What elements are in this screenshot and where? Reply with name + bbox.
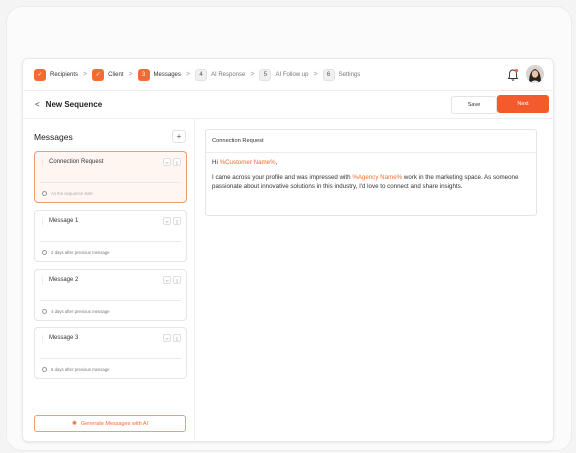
trash-icon[interactable]: ▯: [173, 334, 181, 342]
message-card-1[interactable]: ⋮ ⋮ Message 1 ∞ ▯ 2 days after previous m…: [34, 210, 187, 262]
step-label: Messages: [153, 71, 181, 78]
add-message-button[interactable]: +: [172, 130, 186, 143]
page-title: New Sequence: [45, 100, 103, 109]
timing-text: As the sequence start: [51, 191, 93, 196]
back-arrow-icon[interactable]: <: [35, 100, 40, 109]
timing-text: 6 days after previous message: [51, 367, 110, 372]
trash-icon[interactable]: ▯: [173, 217, 181, 225]
divider: [40, 358, 181, 359]
agency-name-variable: %Agency Name%: [352, 174, 403, 182]
trash-icon[interactable]: ▯: [173, 158, 181, 166]
timing-text: 2 days after previous message: [51, 250, 110, 255]
sparkle-icon: ✺: [71, 421, 77, 427]
step-label: Recipients: [50, 71, 79, 78]
message-card-2[interactable]: ⋮ ⋮ Message 2 ∞ ▯ 4 days after previous m…: [34, 269, 187, 321]
step-ai-follow-up[interactable]: 5 AI Follow up: [259, 68, 309, 81]
message-timing: 2 days after previous message: [42, 250, 110, 255]
step-label: Client: [108, 71, 124, 78]
message-card-connection-request[interactable]: ⋮ ⋮ Connection Request ∞ ▯ As the sequenc…: [34, 151, 187, 203]
user-avatar-icon: [526, 65, 544, 83]
editor-title: Connection Request: [206, 130, 536, 153]
card-actions: ∞ ▯: [161, 276, 181, 284]
stepper: ✓ Recipients > ✓ Client > 3 Messages > 4…: [23, 59, 553, 91]
message-timing: 4 days after previous message: [42, 309, 110, 314]
card-actions: ∞ ▯: [161, 158, 181, 166]
avatar[interactable]: [526, 65, 544, 83]
card-actions: ∞ ▯: [161, 334, 181, 342]
drag-handle-icon[interactable]: ⋮ ⋮: [40, 277, 45, 286]
clock-icon: [42, 367, 47, 372]
step-label: AI Response: [211, 71, 246, 78]
greeting-text: Hi: [212, 159, 220, 166]
step-label: Settings: [338, 71, 361, 78]
step-label: AI Follow up: [275, 71, 309, 78]
clock-icon: [42, 191, 47, 196]
customer-name-variable: %Customer Name%: [219, 159, 276, 166]
divider: [40, 300, 181, 301]
chevron-right-icon: >: [250, 71, 255, 78]
body-paragraph: I came across your profile and was impre…: [212, 174, 530, 191]
trash-icon[interactable]: ▯: [173, 276, 181, 284]
link-icon[interactable]: ∞: [163, 158, 171, 166]
link-icon[interactable]: ∞: [163, 334, 171, 342]
drag-handle-icon[interactable]: ⋮ ⋮: [40, 159, 45, 168]
next-button[interactable]: Next: [497, 95, 549, 113]
page-header: < New Sequence Save Next: [23, 91, 553, 119]
step-number: 4: [195, 68, 207, 81]
divider: [40, 241, 181, 242]
drag-handle-icon[interactable]: ⋮ ⋮: [40, 335, 45, 344]
message-card-title: Message 3: [49, 335, 79, 341]
clock-icon: [42, 250, 47, 255]
greeting-end: ,: [275, 159, 278, 166]
message-editor[interactable]: Connection Request Hi %Customer Name%, I…: [205, 129, 537, 216]
step-messages[interactable]: 3 Messages: [137, 68, 181, 81]
step-number: 6: [322, 68, 335, 81]
paragraph-start: I came across your profile and was impre…: [212, 174, 353, 182]
chevron-right-icon: >: [313, 71, 318, 78]
greeting-line: Hi %Customer Name%,: [212, 159, 530, 167]
message-timing: 6 days after previous message: [42, 367, 110, 372]
sequence-editor-window: ✓ Recipients > ✓ Client > 3 Messages > 4…: [22, 58, 554, 442]
clock-icon: [42, 309, 47, 314]
check-icon: ✓: [92, 68, 105, 81]
step-number: 5: [259, 68, 272, 81]
step-ai-response[interactable]: 4 AI Response: [195, 68, 246, 81]
bell-icon[interactable]: [507, 68, 519, 82]
link-icon[interactable]: ∞: [163, 276, 171, 284]
chevron-right-icon: >: [185, 71, 190, 78]
link-icon[interactable]: ∞: [163, 217, 171, 225]
messages-heading: Messages: [34, 132, 73, 142]
step-settings[interactable]: 6 Settings: [322, 68, 361, 81]
check-icon: ✓: [34, 68, 46, 81]
chevron-right-icon: >: [128, 71, 133, 78]
message-timing: As the sequence start: [42, 191, 93, 196]
divider: [40, 182, 181, 183]
message-card-title: Message 2: [49, 277, 79, 283]
save-button[interactable]: Save: [451, 96, 497, 114]
generate-label: Generate Messages with AI: [80, 420, 149, 427]
step-recipients[interactable]: ✓ Recipients: [34, 68, 79, 81]
timing-text: 4 days after previous message: [51, 309, 110, 314]
message-card-title: Connection Request: [49, 159, 104, 165]
message-card-title: Message 1: [49, 218, 79, 224]
card-actions: ∞ ▯: [161, 217, 181, 225]
messages-panel: Messages + ⋮ ⋮ Connection Request ∞ ▯ As …: [23, 119, 195, 441]
editor-body[interactable]: Hi %Customer Name%, I came across your p…: [206, 153, 536, 197]
message-card-3[interactable]: ⋮ ⋮ Message 3 ∞ ▯ 6 days after previous m…: [34, 327, 187, 379]
step-number: 3: [137, 68, 150, 81]
chevron-right-icon: >: [83, 71, 88, 78]
generate-messages-button[interactable]: ✺ Generate Messages with AI: [34, 415, 186, 432]
drag-handle-icon[interactable]: ⋮ ⋮: [40, 218, 45, 227]
step-client[interactable]: ✓ Client: [92, 68, 124, 81]
